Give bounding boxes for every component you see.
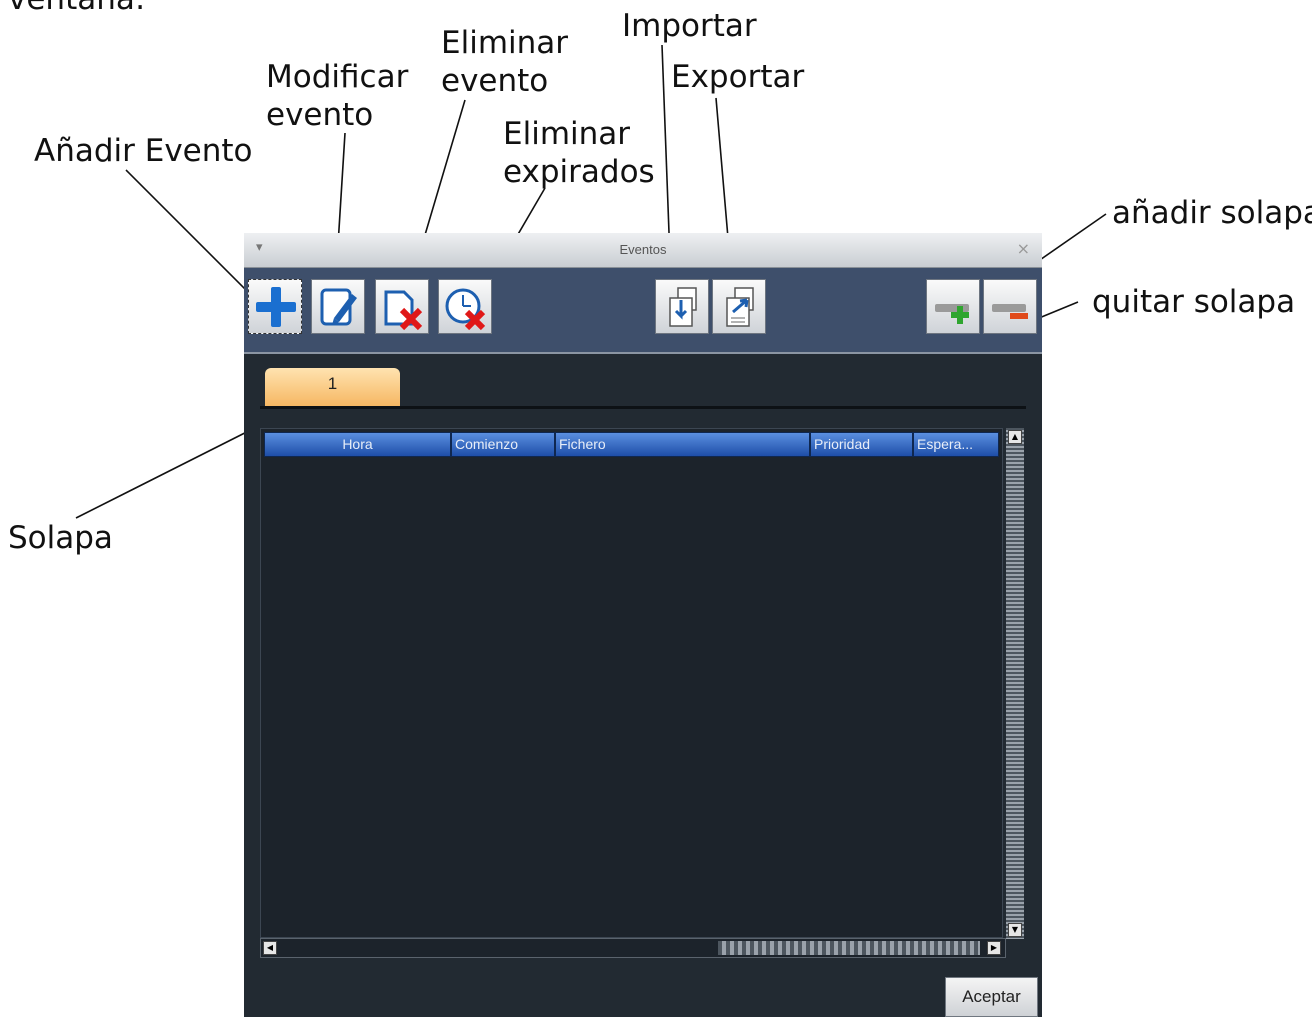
add-tab-icon [935, 304, 969, 324]
scroll-right-icon[interactable]: ▶ [987, 941, 1001, 955]
export-icon [726, 287, 754, 327]
add-tab-button[interactable] [926, 279, 980, 334]
delete-expired-button[interactable] [438, 279, 492, 334]
close-icon[interactable]: × [1017, 239, 1030, 258]
horizontal-scrollbar[interactable]: ◀ ▶ [260, 938, 1006, 958]
column-header-comienzo[interactable]: Comienzo [451, 432, 555, 457]
column-header-hora[interactable]: Hora [264, 432, 451, 457]
column-header-espera[interactable]: Espera... [913, 432, 999, 457]
delete-clock-icon [445, 288, 486, 331]
callout-top-fragment: ventana: [8, 0, 145, 19]
tab-1[interactable]: 1 [265, 368, 400, 406]
column-header-prioridad[interactable]: Prioridad [810, 432, 913, 457]
scroll-down-icon[interactable]: ▼ [1008, 923, 1022, 937]
callout-tab: Solapa [8, 520, 113, 556]
title-bar[interactable]: ▾ Eventos × [244, 233, 1042, 268]
events-table: Hora Comienzo Fichero Prioridad Espera..… [260, 428, 1003, 938]
window-title: Eventos [619, 242, 667, 257]
edit-document-icon [320, 288, 357, 326]
callout-export: Exportar [671, 59, 805, 95]
modify-event-button[interactable] [311, 279, 365, 334]
delete-document-icon [384, 290, 423, 331]
remove-tab-icon [992, 304, 1028, 319]
callout-delete-event-line2: evento [441, 63, 549, 99]
remove-tab-button[interactable] [983, 279, 1037, 334]
column-header-fichero[interactable]: Fichero [555, 432, 810, 457]
callout-import: Importar [622, 8, 757, 44]
events-window: ▾ Eventos × 1 Hora Comienzo Fichero Prio… [244, 233, 1042, 1017]
table-header: Hora Comienzo Fichero Prioridad Espera..… [264, 432, 999, 457]
accept-button[interactable]: Aceptar [945, 977, 1038, 1017]
scroll-left-icon[interactable]: ◀ [263, 941, 277, 955]
delete-event-button[interactable] [375, 279, 429, 334]
callout-add-tab: añadir solapa [1112, 195, 1312, 231]
tab-bar-underline [260, 406, 1026, 409]
horizontal-scroll-thumb[interactable] [718, 941, 980, 955]
dialog-footer: Aceptar [244, 976, 1042, 1017]
export-button[interactable] [712, 279, 766, 334]
import-icon [669, 287, 697, 327]
add-event-button[interactable] [248, 279, 302, 334]
callout-modify-event-line1: Modificar [266, 59, 409, 95]
toolbar [244, 268, 1042, 354]
plus-icon [256, 287, 296, 327]
callout-add-event: Añadir Evento [34, 133, 253, 169]
callout-delete-expired-line2: expirados [503, 154, 655, 190]
callout-remove-tab: quitar solapa [1092, 284, 1296, 320]
callout-modify-event-line2: evento [266, 97, 374, 133]
callout-delete-event-line1: Eliminar [441, 25, 569, 61]
scroll-up-icon[interactable]: ▲ [1008, 430, 1022, 444]
vertical-scrollbar[interactable]: ▲ ▼ [1006, 428, 1024, 939]
callout-delete-expired-line1: Eliminar [503, 116, 631, 152]
events-panel: 1 Hora Comienzo Fichero Prioridad Espera… [244, 354, 1042, 976]
import-button[interactable] [655, 279, 709, 334]
